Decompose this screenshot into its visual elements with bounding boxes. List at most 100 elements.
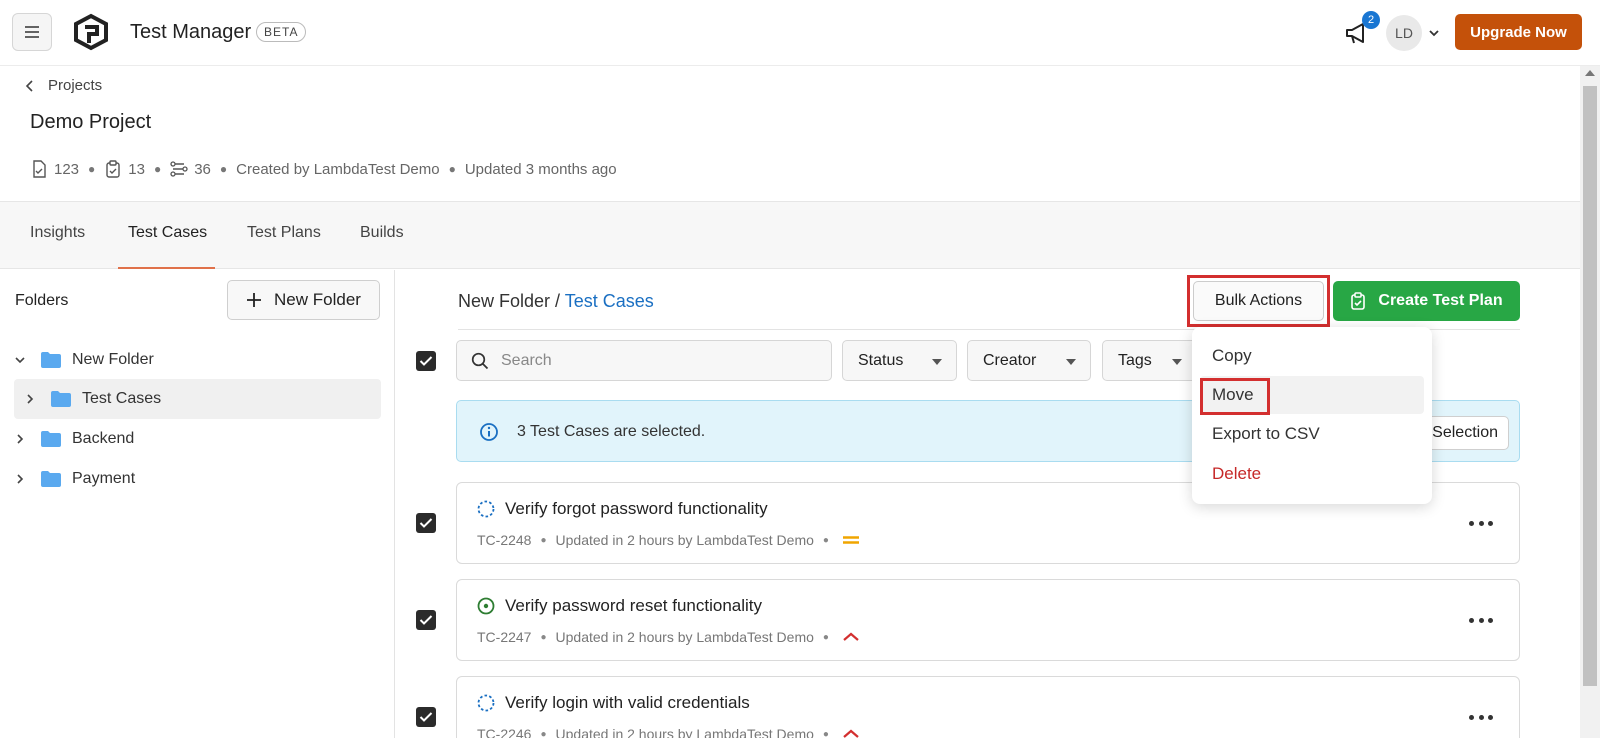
separator-dot: ● <box>448 162 456 176</box>
breadcrumb-current[interactable]: Test Cases <box>565 291 654 311</box>
row-checkbox[interactable] <box>416 707 436 727</box>
project-meta: 123 ● 13 ● 36 ● Created by LambdaTest De… <box>30 158 617 180</box>
test-case-title[interactable]: Verify password reset functionality <box>505 596 762 616</box>
test-case-icon <box>33 160 46 178</box>
search-box[interactable] <box>456 340 832 381</box>
menu-item-delete[interactable]: Delete <box>1200 455 1424 493</box>
folder-label: New Folder <box>72 351 154 368</box>
test-case-updated: Updated in 2 hours by LambdaTest Demo <box>555 629 814 645</box>
creator-filter-label: Creator <box>983 351 1037 369</box>
separator-dot: ● <box>822 728 829 738</box>
project-tabs: Insights Test Cases Test Plans Builds <box>0 201 1600 269</box>
folder-breadcrumb: New Folder / Test Cases <box>458 291 654 312</box>
test-plan-count: 13 <box>128 160 145 178</box>
create-test-plan-label: Create Test Plan <box>1378 292 1503 309</box>
test-case-row[interactable]: Verify login with valid credentials TC-2… <box>456 676 1520 738</box>
scroll-up-arrow[interactable] <box>1585 70 1595 76</box>
created-by: Created by LambdaTest Demo <box>236 160 440 178</box>
row-checkbox[interactable] <box>416 610 436 630</box>
test-case-meta: TC-2247 ● Updated in 2 hours by LambdaTe… <box>477 629 860 645</box>
folder-item-payment[interactable]: Payment <box>14 459 381 499</box>
folder-icon <box>41 431 61 447</box>
tab-test-plans[interactable]: Test Plans <box>247 224 321 242</box>
tab-test-cases[interactable]: Test Cases <box>128 224 207 242</box>
test-case-updated: Updated in 2 hours by LambdaTest Demo <box>555 532 814 548</box>
chevron-down-icon[interactable] <box>1428 27 1440 39</box>
separator-dot: ● <box>219 162 228 176</box>
new-folder-button[interactable]: New Folder <box>227 280 380 320</box>
separator-dot: ● <box>88 162 96 176</box>
test-case-title[interactable]: Verify forgot password functionality <box>505 499 768 519</box>
back-to-projects-link[interactable]: Projects <box>48 77 102 94</box>
creator-filter[interactable]: Creator <box>967 340 1091 381</box>
chevron-down-icon[interactable] <box>14 354 26 366</box>
menu-item-copy[interactable]: Copy <box>1200 337 1424 375</box>
chevron-left-icon[interactable] <box>24 79 36 93</box>
chevron-right-icon[interactable] <box>24 393 36 405</box>
folders-sidebar: Folders New Folder New Folder Test Cases… <box>0 270 395 738</box>
menu-item-export-csv[interactable]: Export to CSV <box>1200 415 1424 453</box>
breadcrumb-parent[interactable]: New Folder <box>458 291 550 311</box>
create-test-plan-button[interactable]: Create Test Plan <box>1333 281 1520 321</box>
clipboard-icon <box>1351 292 1366 310</box>
folder-item-backend[interactable]: Backend <box>14 419 381 459</box>
separator-dot: ● <box>822 631 829 643</box>
more-options-icon[interactable] <box>1469 513 1493 533</box>
separator-dot: ● <box>153 162 162 176</box>
scrollbar-thumb[interactable] <box>1583 86 1597 686</box>
menu-icon <box>25 26 39 38</box>
more-options-icon[interactable] <box>1469 610 1493 630</box>
breadcrumb-separator: / <box>550 291 565 311</box>
test-case-row[interactable]: Verify password reset functionality TC-2… <box>456 579 1520 661</box>
test-case-id: TC-2247 <box>477 629 532 645</box>
test-case-meta: TC-2248 ● Updated in 2 hours by LambdaTe… <box>477 532 860 548</box>
avatar[interactable]: LD <box>1386 15 1422 51</box>
beta-badge: BETA <box>256 22 307 42</box>
bulk-actions-menu: Copy Move Export to CSV Delete <box>1192 327 1432 504</box>
test-case-count: 123 <box>54 160 80 178</box>
row-checkbox[interactable] <box>416 513 436 533</box>
logo-icon[interactable] <box>72 13 110 51</box>
search-icon <box>471 352 489 369</box>
test-case-id: TC-2248 <box>477 532 532 548</box>
chevron-right-icon[interactable] <box>14 473 26 485</box>
folder-label: Test Cases <box>82 390 162 407</box>
status-circle-icon <box>477 694 495 712</box>
folder-item-new-folder[interactable]: New Folder <box>14 340 381 380</box>
chevron-down-icon <box>1172 359 1182 365</box>
tab-builds[interactable]: Builds <box>360 224 404 242</box>
project-title: Demo Project <box>30 111 152 133</box>
test-case-id: TC-2246 <box>477 726 532 738</box>
menu-item-move[interactable]: Move <box>1200 376 1424 414</box>
search-input[interactable] <box>501 351 821 370</box>
chevron-right-icon[interactable] <box>14 433 26 445</box>
test-plan-icon <box>106 160 120 178</box>
separator-dot: ● <box>540 534 547 546</box>
priority-high-icon <box>843 729 859 738</box>
folder-label: Backend <box>72 430 135 447</box>
menu-button[interactable] <box>12 13 52 51</box>
test-case-meta: TC-2246 ● Updated in 2 hours by LambdaTe… <box>477 726 860 738</box>
info-icon <box>480 423 498 441</box>
bulk-actions-button[interactable]: Bulk Actions <box>1193 281 1324 321</box>
folder-item-test-cases[interactable]: Test Cases <box>14 379 381 419</box>
selection-count-text: 3 Test Cases are selected. <box>517 423 706 440</box>
folder-label: Payment <box>72 470 136 487</box>
status-circle-icon <box>477 500 495 518</box>
separator-dot: ● <box>540 728 547 738</box>
status-circle-icon <box>477 597 495 615</box>
tags-filter[interactable]: Tags <box>1102 340 1197 381</box>
check-icon <box>419 712 433 722</box>
test-case-title[interactable]: Verify login with valid credentials <box>505 693 750 713</box>
check-icon <box>419 518 433 528</box>
status-filter[interactable]: Status <box>842 340 957 381</box>
tab-insights[interactable]: Insights <box>30 224 85 242</box>
folders-heading: Folders <box>15 292 69 309</box>
tags-filter-label: Tags <box>1118 351 1152 369</box>
top-bar: Test Manager BETA 2 LD Upgrade Now <box>0 0 1600 66</box>
test-case-updated: Updated in 2 hours by LambdaTest Demo <box>555 726 814 738</box>
select-all-checkbox[interactable] <box>416 351 436 371</box>
active-tab-indicator <box>118 267 215 269</box>
more-options-icon[interactable] <box>1469 707 1493 727</box>
upgrade-now-button[interactable]: Upgrade Now <box>1455 14 1582 50</box>
